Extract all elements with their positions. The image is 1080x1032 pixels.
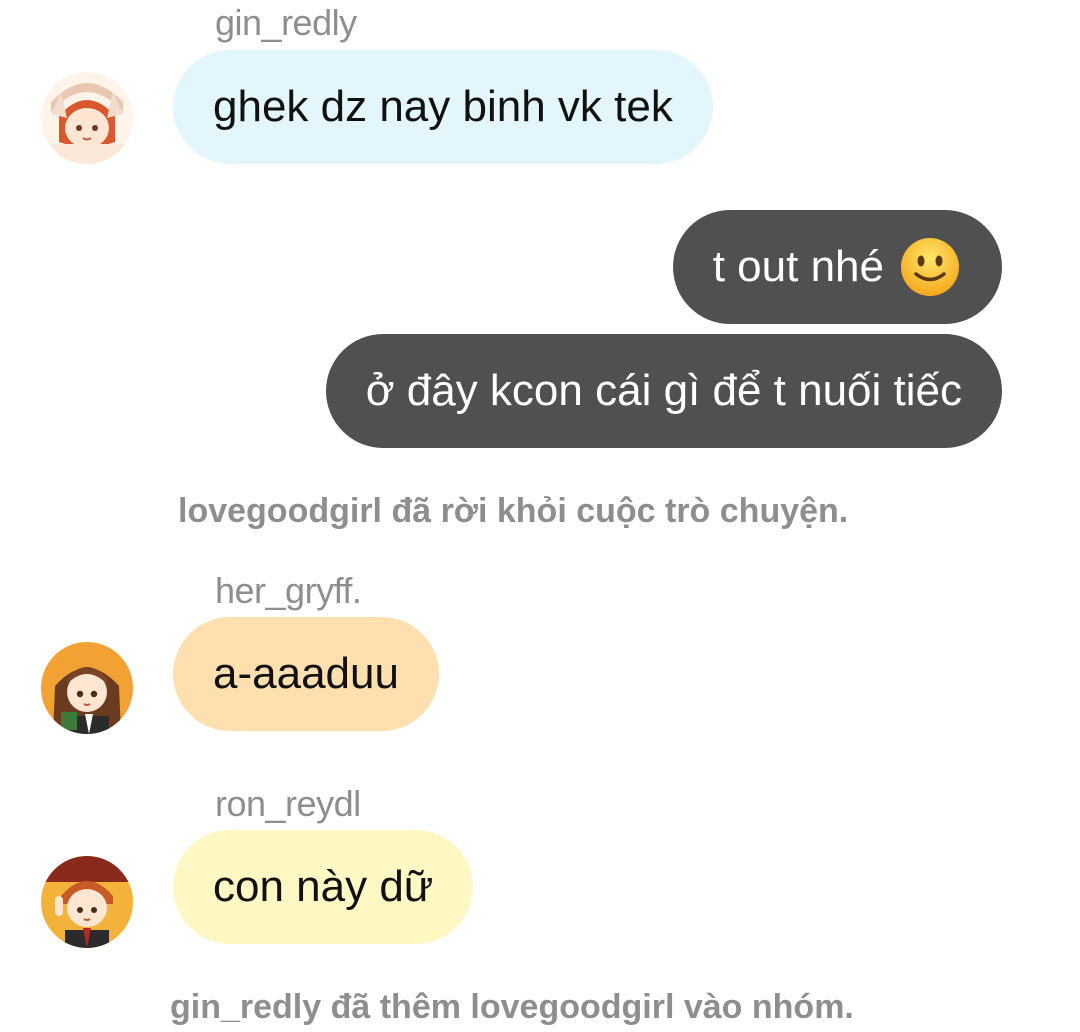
message-bubble[interactable]: con này dữ	[173, 830, 474, 944]
message-text: a-aaaduu	[213, 649, 399, 698]
message-bubble[interactable]: ghek dz nay binh vk tek	[173, 50, 713, 164]
sender-name: gin_redly	[215, 2, 357, 43]
system-message: lovegoodgirl đã rời khỏi cuộc trò chuyện…	[178, 492, 849, 530]
avatar-ron[interactable]	[41, 856, 133, 948]
message-bubble[interactable]: a-aaaduu	[173, 617, 439, 731]
message-text: ghek dz nay binh vk tek	[213, 82, 673, 131]
chat-thread[interactable]: gin_redly ghek dz nay binh vk tek t out …	[0, 0, 1080, 1032]
avatar-her[interactable]	[41, 642, 133, 734]
sender-name: ron_reydl	[215, 783, 361, 824]
sender-name: her_gryff.	[215, 570, 362, 611]
avatar-gin[interactable]	[41, 72, 133, 164]
slightly-smiling-face-icon	[900, 237, 960, 297]
message-text: con này dữ	[213, 862, 434, 911]
outgoing-message-bubble[interactable]: ở đây kcon cái gì để t nuối tiếc	[325, 334, 1002, 448]
message-text: ở đây kcon cái gì để t nuối tiếc	[365, 366, 962, 415]
outgoing-message-bubble[interactable]: t out nhé	[672, 210, 1002, 324]
system-message: gin_redly đã thêm lovegoodgirl vào nhóm.	[170, 988, 854, 1026]
message-text: t out nhé	[712, 242, 884, 291]
